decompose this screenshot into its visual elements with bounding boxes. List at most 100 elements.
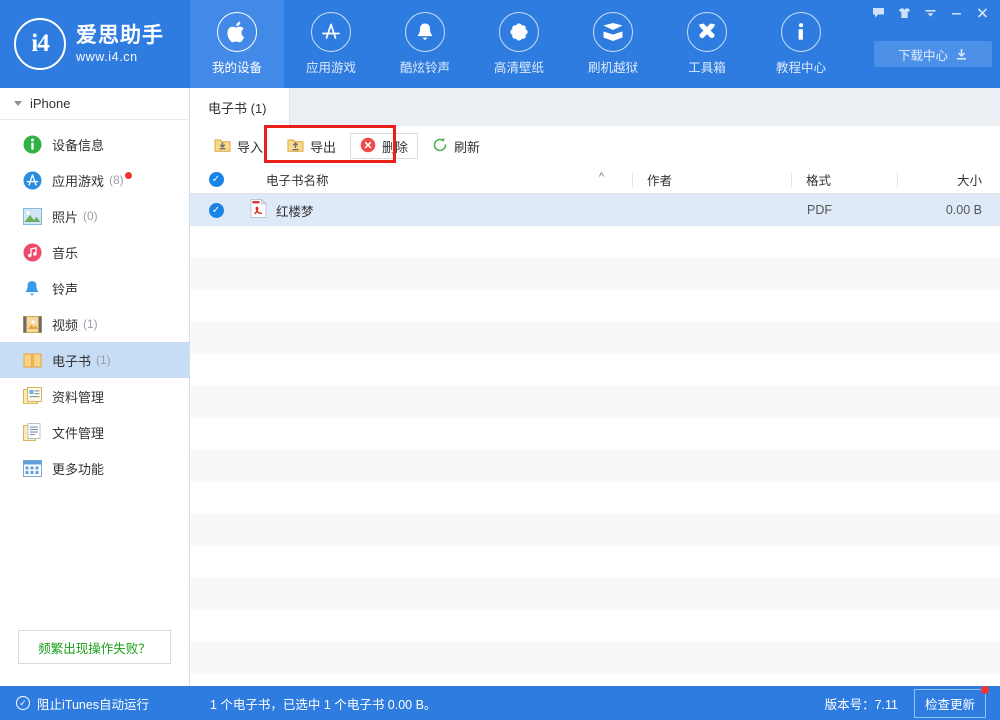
sidebar-list: 设备信息应用游戏(8) 照片 (0) 音乐铃声视频(1)电子书(1) 资料管理文件管理更… xyxy=(0,120,189,486)
chevron-down-icon xyxy=(14,101,22,106)
minimize-icon[interactable] xyxy=(944,2,968,24)
ebook-icon xyxy=(22,350,42,370)
sidebar: iPhone 设备信息应用游戏(8) 照片 (0) 音乐铃声视频(1)电子书(1) 资料… xyxy=(0,88,190,686)
window-controls xyxy=(866,2,994,24)
nav-item-5[interactable]: 工具箱 xyxy=(660,0,754,88)
music-icon xyxy=(22,242,42,262)
column-header-format[interactable]: 格式 xyxy=(792,170,897,189)
wrench-icon xyxy=(687,12,727,52)
column-header-name[interactable]: 电子书名称 ^ xyxy=(242,170,632,189)
message-icon[interactable] xyxy=(866,2,890,24)
toolbar-button-label: 导出 xyxy=(310,137,336,156)
sidebar-item-2[interactable]: 照片 (0) xyxy=(0,198,189,234)
sidebar-item-label: 资料管理 xyxy=(52,387,104,406)
column-header-author[interactable]: 作者 xyxy=(633,170,791,189)
select-all-cell: ✓ xyxy=(190,172,242,187)
table-empty-row xyxy=(190,546,1000,578)
select-all-checkbox[interactable]: ✓ xyxy=(209,172,224,187)
i4-logo-icon: i4 xyxy=(14,18,66,70)
sidebar-item-7[interactable]: 资料管理 xyxy=(0,378,189,414)
nav-item-label: 教程中心 xyxy=(776,57,826,76)
table-empty-row xyxy=(190,610,1000,642)
toolbar-button-label: 导入 xyxy=(237,137,263,156)
notification-badge-dot xyxy=(125,172,132,179)
cell-size: 0.00 B xyxy=(898,203,1000,217)
pdf-file-icon xyxy=(250,199,267,221)
table-empty-row xyxy=(190,418,1000,450)
nav-item-label: 工具箱 xyxy=(688,57,726,76)
row-checkbox[interactable]: ✓ xyxy=(209,203,224,218)
sidebar-item-label: 铃声 xyxy=(52,279,78,298)
nav-item-label: 酷炫铃声 xyxy=(400,57,450,76)
sidebar-item-0[interactable]: 设备信息 xyxy=(0,126,189,162)
appstore-icon xyxy=(22,170,42,190)
nav-item-1[interactable]: 应用游戏 xyxy=(284,0,378,88)
sidebar-item-4[interactable]: 铃声 xyxy=(0,270,189,306)
sidebar-item-count: (0) xyxy=(83,209,98,223)
sidebar-item-8[interactable]: 文件管理 xyxy=(0,414,189,450)
table-empty-row xyxy=(190,290,1000,322)
nav-item-4[interactable]: 刷机越狱 xyxy=(566,0,660,88)
export-folder-icon xyxy=(287,137,304,156)
table-empty-row xyxy=(190,514,1000,546)
close-icon[interactable] xyxy=(970,2,994,24)
more-features-icon xyxy=(22,458,42,478)
sidebar-item-6[interactable]: 电子书(1) xyxy=(0,342,189,378)
flower-icon xyxy=(499,12,539,52)
nav-item-3[interactable]: 高清壁纸 xyxy=(472,0,566,88)
toolbar-button-2[interactable]: 删除 xyxy=(350,133,418,159)
app-header: i4 爱思助手 www.i4.cn 我的设备应用游戏酷炫铃声高清壁纸刷机越狱工具… xyxy=(0,0,1000,88)
device-header[interactable]: iPhone xyxy=(0,88,189,120)
sidebar-item-label: 更多功能 xyxy=(52,459,104,478)
sidebar-item-9[interactable]: 更多功能 xyxy=(0,450,189,486)
table-empty-row xyxy=(190,226,1000,258)
nav-item-0[interactable]: 我的设备 xyxy=(190,0,284,88)
import-folder-icon xyxy=(214,137,231,156)
sidebar-item-label: 照片 xyxy=(52,207,78,226)
table-row[interactable]: ✓红楼梦PDF0.00 B xyxy=(190,194,1000,226)
download-center-button[interactable]: 下载中心 xyxy=(874,41,992,67)
device-name: iPhone xyxy=(30,96,70,111)
status-bar: ✓ 阻止iTunes自动运行 1 个电子书，已选中 1 个电子书 0.00 B。… xyxy=(0,686,1000,720)
sidebar-item-label: 应用游戏 xyxy=(52,171,104,190)
download-icon xyxy=(955,48,968,61)
tab-ebook[interactable]: 电子书 (1) xyxy=(190,88,290,126)
toolbar-button-label: 删除 xyxy=(382,137,408,156)
column-header-size-label: 大小 xyxy=(957,174,982,188)
appstore-icon xyxy=(311,12,351,52)
refresh-icon xyxy=(432,137,448,156)
delete-circle-icon xyxy=(360,137,376,156)
nav-item-6[interactable]: 教程中心 xyxy=(754,0,848,88)
toolbar-button-1[interactable]: 导出 xyxy=(277,133,346,159)
sort-ascending-icon: ^ xyxy=(599,171,604,183)
app-window: i4 爱思助手 www.i4.cn 我的设备应用游戏酷炫铃声高清壁纸刷机越狱工具… xyxy=(0,0,1000,720)
toolbar-button-0[interactable]: 导入 xyxy=(204,133,273,159)
nav-item-label: 高清壁纸 xyxy=(494,57,544,76)
cell-name: 红楼梦 xyxy=(242,199,635,221)
brand-url: www.i4.cn xyxy=(76,50,164,64)
block-itunes-toggle[interactable]: ✓ 阻止iTunes自动运行 xyxy=(0,686,190,720)
ringtone-icon xyxy=(22,278,42,298)
sidebar-item-3[interactable]: 音乐 xyxy=(0,234,189,270)
sidebar-item-5[interactable]: 视频(1) xyxy=(0,306,189,342)
column-header-name-label: 电子书名称 xyxy=(266,174,329,188)
menu-dropdown-icon[interactable] xyxy=(918,2,942,24)
status-summary: 1 个电子书，已选中 1 个电子书 0.00 B。 xyxy=(190,694,825,713)
table-empty-row xyxy=(190,578,1000,610)
logo-text: i4 xyxy=(31,30,48,58)
sidebar-item-count: (1) xyxy=(96,353,111,367)
help-button[interactable]: 频繁出现操作失败？ xyxy=(18,630,171,664)
table-empty-row xyxy=(190,322,1000,354)
check-update-button[interactable]: 检查更新 xyxy=(914,689,986,718)
toolbar-button-3[interactable]: 刷新 xyxy=(422,133,490,159)
skin-icon[interactable] xyxy=(892,2,916,24)
column-header-size[interactable]: 大小 xyxy=(898,170,1000,189)
sidebar-item-label: 设备信息 xyxy=(52,135,104,154)
sidebar-item-1[interactable]: 应用游戏(8) xyxy=(0,162,189,198)
nav-item-2[interactable]: 酷炫铃声 xyxy=(378,0,472,88)
table-body: ✓红楼梦PDF0.00 B xyxy=(190,194,1000,692)
download-center-label: 下载中心 xyxy=(898,45,948,64)
table-empty-row xyxy=(190,258,1000,290)
nav-item-label: 我的设备 xyxy=(212,57,262,76)
device-info-icon xyxy=(22,134,42,154)
